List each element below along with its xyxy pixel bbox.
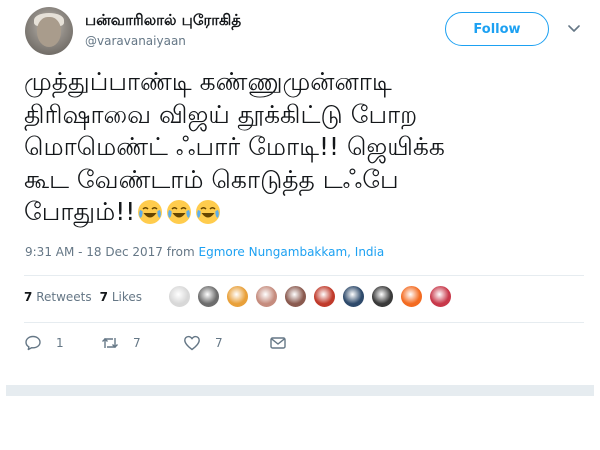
divider xyxy=(24,275,584,276)
tweet-line: மொமெண்ட் ஃபார் மோடி!! ஜெயிக்க xyxy=(24,132,445,161)
tweet-line: கூட வேண்டாம் கொடுத்த டஃபே xyxy=(24,164,399,194)
liker-avatar[interactable] xyxy=(313,285,336,308)
liker-avatar[interactable] xyxy=(371,285,394,308)
liker-avatar[interactable] xyxy=(255,285,278,308)
likes-stat[interactable]: 7 Likes xyxy=(100,290,142,304)
retweet-count: 7 xyxy=(133,336,141,350)
liker-avatar[interactable] xyxy=(429,285,452,308)
face-with-tears-of-joy-icon xyxy=(196,200,221,224)
reply-button[interactable]: 1 xyxy=(24,334,101,352)
retweets-count: 7 xyxy=(24,290,33,304)
tweet-actions: 1 7 7 xyxy=(24,334,287,352)
tweet-card: பன்வாரிலால் புரோகித் @varavanaiyaan Foll… xyxy=(0,0,600,396)
chevron-down-icon[interactable] xyxy=(568,24,580,34)
liker-avatar[interactable] xyxy=(226,285,249,308)
like-count: 7 xyxy=(215,336,223,350)
envelope-icon xyxy=(270,337,286,349)
retweet-icon xyxy=(102,338,118,348)
tweet-line: திரிஷாவை விஜய் தூக்கிட்டு போற xyxy=(24,99,418,129)
like-button[interactable]: 7 xyxy=(183,334,269,352)
tweet-timestamp[interactable]: 9:31 AM - 18 Dec 2017 from xyxy=(25,245,199,259)
retweet-button[interactable]: 7 xyxy=(101,334,183,352)
emoji-group xyxy=(137,199,221,225)
likes-label: Likes xyxy=(111,290,142,304)
engagement-stats: 7 Retweets 7 Likes xyxy=(24,290,142,304)
reply-count: 1 xyxy=(56,336,64,350)
follow-button[interactable]: Follow xyxy=(445,12,549,46)
tweet-metadata: 9:31 AM - 18 Dec 2017 from Egmore Nungam… xyxy=(25,245,384,259)
display-name[interactable]: பன்வாரிலால் புரோகித் xyxy=(85,11,241,31)
user-handle[interactable]: @varavanaiyaan xyxy=(85,34,186,48)
face-with-tears-of-joy-icon xyxy=(138,200,163,224)
liker-avatar[interactable] xyxy=(400,285,423,308)
timeline-separator xyxy=(6,385,594,396)
reply-icon xyxy=(25,335,41,351)
face-with-tears-of-joy-icon xyxy=(167,200,192,224)
tweet-text: முத்துப்பாண்டி கண்ணுமுன்னாடி திரிஷாவை வி… xyxy=(24,66,584,229)
liker-avatar[interactable] xyxy=(342,285,365,308)
liker-avatar[interactable] xyxy=(284,285,307,308)
avatar-face xyxy=(37,17,61,47)
liker-avatar[interactable] xyxy=(197,285,220,308)
retweets-label: Retweets xyxy=(36,290,92,304)
avatar[interactable] xyxy=(25,7,73,55)
direct-message-button[interactable] xyxy=(269,334,287,352)
heart-icon xyxy=(184,335,200,351)
likers-avatars xyxy=(168,285,452,308)
divider xyxy=(24,322,584,323)
tweet-line: முத்துப்பாண்டி கண்ணுமுன்னாடி xyxy=(24,67,392,96)
tweet-line: போதும்!! xyxy=(24,197,136,226)
liker-avatar[interactable] xyxy=(168,285,191,308)
likes-count: 7 xyxy=(99,290,108,304)
tweet-location-link[interactable]: Egmore Nungambakkam, India xyxy=(199,245,385,259)
retweets-stat[interactable]: 7 Retweets xyxy=(24,290,92,304)
